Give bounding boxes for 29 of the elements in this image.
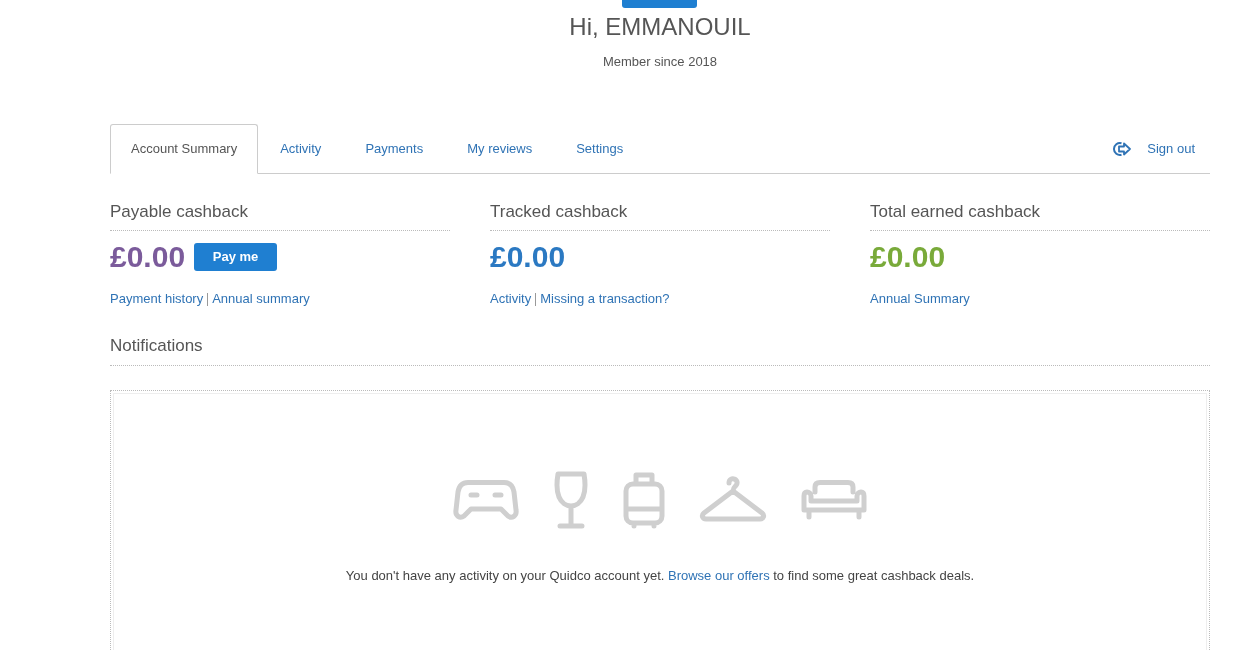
tab[interactable]: Account Summary (110, 124, 259, 174)
panel-link[interactable]: Payment history (110, 291, 204, 307)
pay-me-button[interactable]: Pay me (194, 243, 278, 271)
hanger-icon (699, 476, 767, 524)
sofa-icon (801, 479, 867, 521)
greeting-heading: Hi, EMMANOUIL (568, 12, 752, 41)
sign-out-icon (1112, 141, 1133, 157)
tab[interactable]: Activity (258, 124, 344, 174)
panel-heading: Total earned cashback (870, 202, 1210, 231)
panel-heading: Tracked cashback (490, 202, 830, 231)
sign-out-link[interactable]: Sign out (1112, 125, 1210, 173)
tab[interactable]: Settings (554, 124, 646, 174)
cashback-amount: £0.00 (870, 239, 946, 275)
cashback-amount: £0.00 (110, 239, 186, 275)
cashback-amount: £0.00 (490, 239, 566, 275)
panel-link[interactable]: Activity (490, 291, 532, 307)
gamepad-icon (453, 479, 519, 521)
panel-heading: Payable cashback (110, 202, 450, 231)
tab[interactable]: My reviews (445, 124, 555, 174)
notifications-heading: Notifications (110, 336, 1210, 366)
suitcase-icon (623, 471, 665, 529)
empty-activity-message: You don't have any activity on your Quidco account yet. Browse our offers to find some great cashback deals. (345, 568, 975, 584)
wine-glass-icon (553, 471, 589, 529)
panel-link[interactable]: Annual Summary (870, 291, 970, 307)
member-since-text: Member since 2018 (601, 53, 719, 71)
browse-offers-link[interactable]: Browse our offers (668, 568, 770, 583)
tab[interactable]: Payments (343, 124, 446, 174)
panel-link[interactable]: Annual summary (212, 291, 310, 307)
panel-link[interactable]: Missing a transaction? (540, 291, 670, 307)
